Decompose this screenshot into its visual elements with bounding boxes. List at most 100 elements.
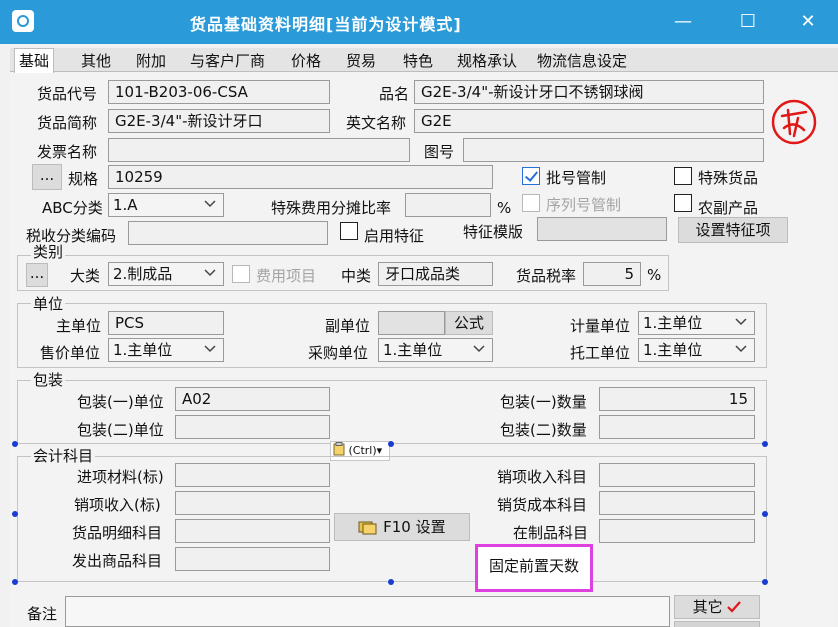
pack2-unit-label: 包装(二)单位 [77,421,164,439]
selection-handle[interactable] [12,511,18,517]
pack1-unit-field[interactable]: A02 [175,387,330,411]
input-material-label: 进项材料(标) [77,468,164,486]
spec-browse-button[interactable]: ... [32,164,62,190]
item-name-field[interactable]: G2E-3/4"-新设计牙口不锈钢球阀 [414,80,764,104]
f10-settings-button[interactable]: F10 设置 [334,513,470,541]
agri-product-label: 农副产品 [698,199,759,217]
abc-label: ABC分类 [42,199,103,217]
tab-trade[interactable]: 贸易 [346,50,376,72]
sub-unit-label: 副单位 [325,317,371,335]
tax-code-field[interactable] [128,221,328,245]
next-button-edge[interactable] [674,621,760,627]
close-button[interactable]: ✕ [788,6,828,38]
special-item-checkbox[interactable] [674,167,692,185]
selection-handle[interactable] [762,441,768,447]
chevron-down-icon [735,318,747,326]
item-detail-account-field[interactable] [175,519,330,543]
sub-unit-field[interactable] [378,311,445,335]
expense-item-checkbox[interactable] [232,265,250,283]
units-group-label: 单位 [31,294,66,314]
tab-basic[interactable]: 基础 [14,48,55,73]
invoice-name-field[interactable] [108,138,410,162]
sale-unit-label: 售价单位 [40,344,101,362]
middle-category-field[interactable]: 牙口成品类 [378,262,493,286]
sales-income-std-label: 销项收入(标) [74,496,161,514]
short-name-label: 货品简称 [37,114,98,132]
wip-account-label: 在制品科目 [513,524,589,542]
sales-income-std-field[interactable] [175,491,330,515]
tax-rate-field[interactable]: 5 [583,262,641,286]
tab-price[interactable]: 价格 [291,50,321,72]
window-title: 货品基础资料明细[当前为设计模式] [190,15,462,34]
middle-category-label: 中类 [341,267,372,285]
sale-unit-value: 1.主单位 [113,341,173,359]
other-button[interactable]: 其它 [674,595,760,619]
tab-other[interactable]: 其他 [81,50,111,72]
drawing-no-label: 图号 [424,143,455,161]
measure-unit-select[interactable]: 1.主单位 [638,311,755,335]
tab-logistics[interactable]: 物流信息设定 [537,50,627,72]
english-name-label: 英文名称 [346,114,407,132]
sale-unit-select[interactable]: 1.主单位 [108,338,224,362]
pack2-unit-field[interactable] [175,415,330,439]
selection-handle[interactable] [762,579,768,585]
chevron-down-icon [204,345,216,353]
english-name-field[interactable]: G2E [414,109,764,133]
tab-customer-vendor[interactable]: 与客户厂商 [190,50,265,72]
outsource-unit-select[interactable]: 1.主单位 [638,338,755,362]
drawing-no-field[interactable] [463,138,764,162]
tab-features[interactable]: 特色 [403,50,433,72]
selection-handle[interactable] [762,511,768,517]
pack2-qty-field[interactable] [599,415,755,439]
item-code-field[interactable]: 101-B203-06-CSA [108,80,330,104]
spec-field[interactable]: 10259 [108,165,493,189]
enable-feature-checkbox[interactable] [340,222,358,240]
tax-rate-percent: % [647,266,662,284]
purchase-unit-value: 1.主单位 [383,341,443,359]
pack1-qty-field[interactable]: 15 [599,387,755,411]
major-category-label: 大类 [70,267,101,285]
pack2-qty-label: 包装(二)数量 [500,421,587,439]
short-name-field[interactable]: G2E-3/4"-新设计牙口 [108,109,330,133]
remarks-label: 备注 [27,605,58,623]
category-group-label: 类别 [31,242,66,262]
selection-handle[interactable] [12,441,18,447]
main-unit-field[interactable]: PCS [108,311,224,335]
shipped-goods-field[interactable] [175,547,330,571]
f10-settings-label: F10 设置 [383,518,446,536]
sales-income-field[interactable] [599,463,755,487]
sales-cost-field[interactable] [599,491,755,515]
selection-handle[interactable] [12,579,18,585]
batch-control-label: 批号管制 [546,169,607,187]
tab-spec-approval[interactable]: 规格承认 [457,50,517,72]
set-feature-button[interactable]: 设置特征项 [678,217,788,243]
feature-template-label: 特征模版 [463,223,524,241]
expense-item-label: 费用项目 [256,267,317,285]
special-fee-field[interactable] [405,193,491,217]
input-material-field[interactable] [175,463,330,487]
measure-unit-label: 计量单位 [570,317,631,335]
minimize-button[interactable]: — [663,6,703,38]
outsource-unit-value: 1.主单位 [643,341,703,359]
fixed-lead-days-label[interactable]: 固定前置天数 [475,544,593,592]
selection-handle[interactable] [388,441,394,447]
agri-product-checkbox[interactable] [674,194,692,212]
feature-template-field[interactable] [537,217,667,241]
purchase-unit-select[interactable]: 1.主单位 [378,338,493,362]
tab-additional[interactable]: 附加 [136,50,166,72]
remarks-field[interactable] [65,596,670,627]
other-button-label: 其它 [692,598,723,616]
abc-select[interactable]: 1.A [108,193,224,217]
formula-button[interactable]: 公式 [445,311,493,335]
packaging-group-label: 包装 [31,370,66,390]
batch-control-checkbox[interactable] [522,167,540,185]
serial-control-checkbox[interactable] [522,194,540,212]
enable-feature-label: 启用特征 [364,227,425,245]
category-browse-button[interactable]: ... [26,263,48,287]
maximize-button[interactable]: ☐ [728,6,768,38]
selection-handle[interactable] [388,579,394,585]
major-category-select[interactable]: 2.制成品 [108,262,224,286]
wip-account-field[interactable] [599,519,755,543]
item-detail-account-label: 货品明细科目 [72,524,163,542]
app-icon [12,10,34,32]
